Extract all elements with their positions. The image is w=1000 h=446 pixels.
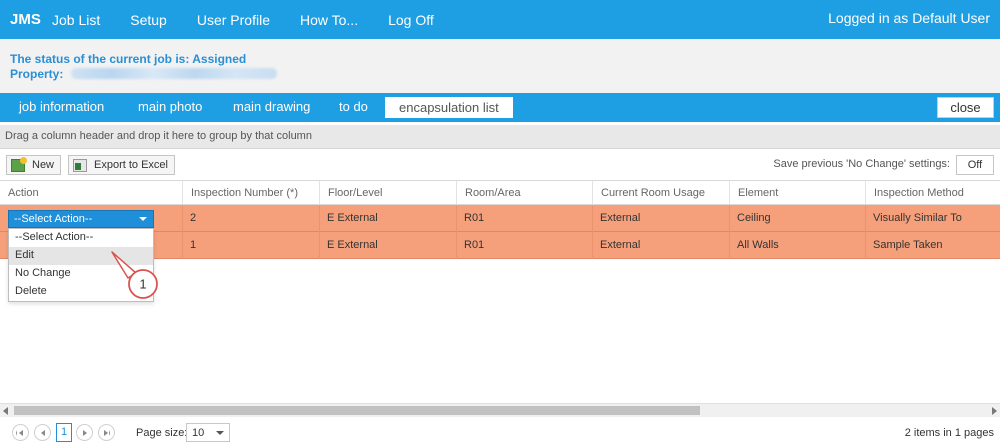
nav-how-to[interactable]: How To... xyxy=(300,12,358,28)
logged-in-user: Logged in as Default User xyxy=(828,10,990,26)
action-option-delete[interactable]: Delete xyxy=(9,283,153,301)
method-cell: Sample Taken xyxy=(865,232,950,259)
job-status: The status of the current job is: Assign… xyxy=(10,52,247,66)
page-size-value: 10 xyxy=(192,427,205,439)
save-no-change-label: Save previous 'No Change' settings: xyxy=(773,158,950,170)
group-by-panel[interactable]: Drag a column header and drop it here to… xyxy=(0,125,1000,149)
top-navbar: JMS Job List Setup User Profile How To..… xyxy=(0,0,1000,39)
brand-logo[interactable]: JMS xyxy=(0,11,52,28)
nav-setup[interactable]: Setup xyxy=(130,12,167,28)
chevron-down-icon xyxy=(139,217,147,221)
floor-cell: E External xyxy=(319,232,385,259)
job-tabs: job information main photo main drawing … xyxy=(0,93,1000,122)
export-excel-button[interactable]: Export to Excel xyxy=(68,155,175,175)
scrollbar-thumb[interactable] xyxy=(14,406,700,415)
action-select-value: --Select Action-- xyxy=(14,213,93,225)
chevron-down-icon xyxy=(216,431,224,435)
column-header-method[interactable]: Inspection Method xyxy=(865,181,972,205)
horizontal-scrollbar[interactable] xyxy=(0,403,1000,417)
scroll-right-icon[interactable] xyxy=(992,407,997,415)
column-header-usage[interactable]: Current Room Usage xyxy=(592,181,713,205)
action-select[interactable]: --Select Action-- xyxy=(8,210,154,228)
pager-info: 2 items in 1 pages xyxy=(904,427,994,439)
nav-user-profile[interactable]: User Profile xyxy=(197,12,270,28)
property-value-redacted xyxy=(70,68,277,79)
inspection-number-cell: 1 xyxy=(182,232,203,259)
page-size-label: Page size: xyxy=(136,427,188,439)
column-header-element[interactable]: Element xyxy=(729,181,786,205)
column-header-inspection-number[interactable]: Inspection Number (*) xyxy=(182,181,306,205)
action-dropdown-list: --Select Action-- Edit No Change Delete xyxy=(8,228,154,302)
last-page-icon[interactable] xyxy=(98,424,115,441)
element-cell: Ceiling xyxy=(729,205,778,232)
nav-log-off[interactable]: Log Off xyxy=(388,12,434,28)
current-page-button[interactable]: 1 xyxy=(56,423,72,442)
export-button-label: Export to Excel xyxy=(94,159,168,171)
floor-cell: E External xyxy=(319,205,385,232)
grid-pager: 1 Page size: 10 2 items in 1 pages xyxy=(0,419,1000,446)
save-no-change-toggle[interactable]: Off xyxy=(956,155,994,175)
property-label: Property: xyxy=(10,67,64,81)
action-option-no-change[interactable]: No Change xyxy=(9,265,153,283)
tab-main-photo[interactable]: main photo xyxy=(138,99,202,114)
add-record-icon xyxy=(11,156,27,172)
column-header-action[interactable]: Action xyxy=(0,181,47,205)
grid-toolbar: New Export to Excel Save previous 'No Ch… xyxy=(0,150,1000,180)
element-cell: All Walls xyxy=(729,232,786,259)
room-cell: R01 xyxy=(456,232,491,259)
tab-to-do[interactable]: to do xyxy=(339,99,368,114)
inspection-number-cell: 2 xyxy=(182,205,203,232)
new-button[interactable]: New xyxy=(6,155,62,175)
next-page-icon[interactable] xyxy=(76,424,93,441)
tab-job-information[interactable]: job information xyxy=(19,99,104,114)
usage-cell: External xyxy=(592,232,647,259)
first-page-icon[interactable] xyxy=(12,424,29,441)
previous-page-icon[interactable] xyxy=(34,424,51,441)
excel-icon xyxy=(73,158,87,172)
job-info-header: The status of the current job is: Assign… xyxy=(0,39,1000,93)
grid-header: Action Inspection Number (*) Floor/Level… xyxy=(0,181,1000,205)
close-button[interactable]: close xyxy=(937,97,994,118)
nav-job-list[interactable]: Job List xyxy=(52,12,100,28)
usage-cell: External xyxy=(592,205,647,232)
property-line: Property: xyxy=(10,67,990,82)
page-size-select[interactable]: 10 xyxy=(186,423,230,442)
new-button-label: New xyxy=(32,159,55,171)
method-cell: Visually Similar To xyxy=(865,205,969,232)
tab-main-drawing[interactable]: main drawing xyxy=(233,99,310,114)
action-option-edit[interactable]: Edit xyxy=(9,247,153,265)
column-header-room[interactable]: Room/Area xyxy=(456,181,529,205)
column-header-floor[interactable]: Floor/Level xyxy=(319,181,390,205)
room-cell: R01 xyxy=(456,205,491,232)
tab-encapsulation-list[interactable]: encapsulation list xyxy=(385,97,513,118)
scroll-left-icon[interactable] xyxy=(3,407,8,415)
action-option-select[interactable]: --Select Action-- xyxy=(9,229,153,247)
